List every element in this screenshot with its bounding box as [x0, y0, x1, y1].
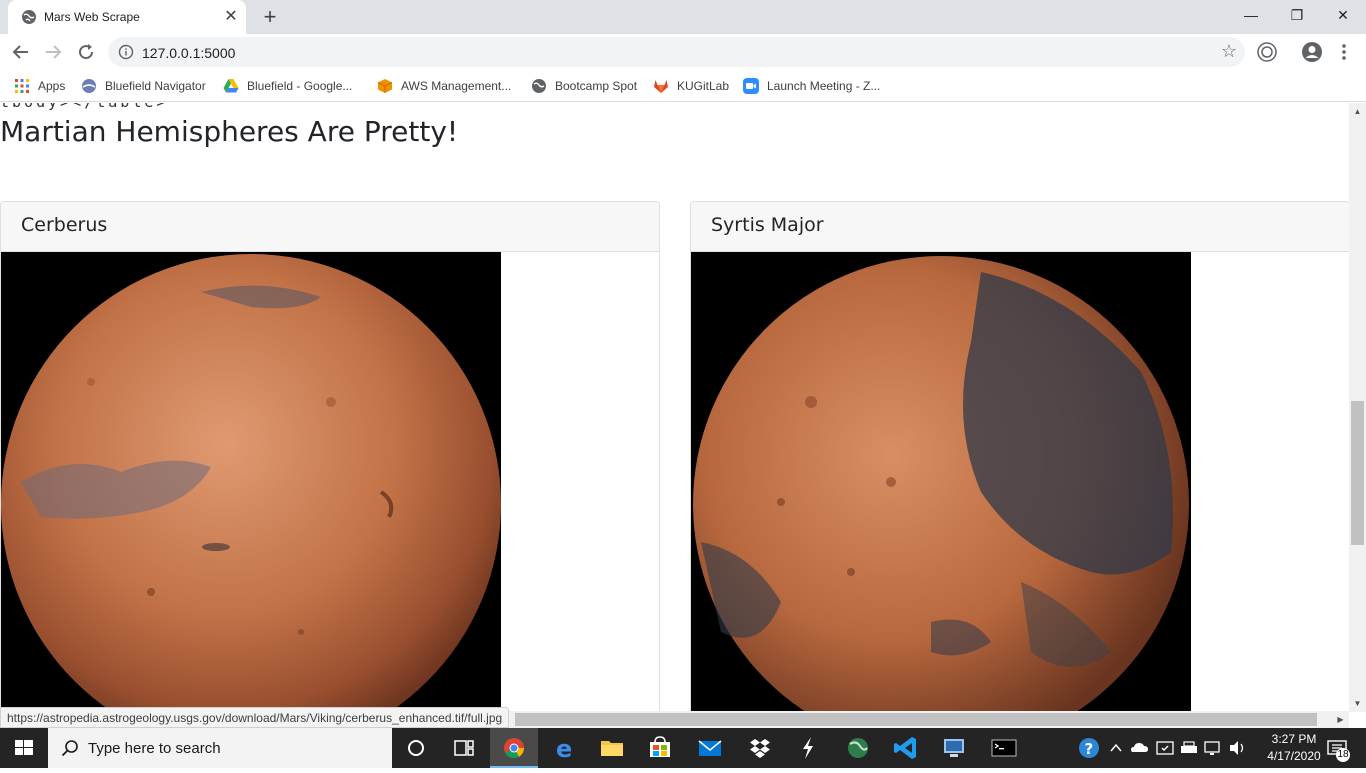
bookmark-kugitlab[interactable]: KUGitLab	[653, 76, 729, 96]
close-window-button[interactable]: ✕	[1320, 0, 1366, 30]
notification-center-button[interactable]: 18	[1320, 728, 1360, 768]
bookmark-bluefield-navigator[interactable]: Bluefield Navigator	[81, 76, 206, 96]
hemisphere-card-syrtis-major: Syrtis Major	[690, 201, 1349, 712]
file-explorer-icon[interactable]	[588, 728, 636, 768]
bookmark-label: Launch Meeting - Z...	[767, 79, 881, 93]
tab-title: Mars Web Scrape	[44, 10, 140, 24]
windows-taskbar: Type here to search e ? 3:27 PM 4/17/202…	[0, 728, 1366, 768]
svg-text:e: e	[556, 735, 572, 763]
task-view-icon[interactable]	[440, 728, 488, 768]
search-placeholder: Type here to search	[88, 740, 221, 757]
chevron-up-icon[interactable]	[1106, 728, 1126, 768]
address-bar[interactable]: 127.0.0.1:5000 ☆	[108, 37, 1245, 67]
vscode-icon[interactable]	[882, 728, 930, 768]
apps-grid-icon	[15, 79, 29, 93]
windows-start-icon[interactable]	[0, 728, 48, 768]
edge-icon[interactable]: e	[540, 728, 588, 768]
card-title: Syrtis Major	[691, 202, 1349, 252]
status-bar-url: https://astropedia.astrogeology.usgs.gov…	[0, 707, 510, 728]
bookmark-star-icon[interactable]: ☆	[1221, 41, 1237, 62]
microsoft-store-icon[interactable]	[636, 728, 684, 768]
aws-icon	[377, 79, 393, 93]
bookmark-label: Bluefield - Google...	[247, 79, 353, 93]
bookmark-bluefield-google[interactable]: Bluefield - Google...	[223, 76, 352, 96]
svg-text:?: ?	[1085, 740, 1094, 758]
bookmark-aws-management[interactable]: AWS Management...	[377, 76, 511, 96]
bookmark-label: Apps	[38, 79, 66, 93]
scroll-down-arrow-icon[interactable]: ▼	[1349, 695, 1366, 712]
onedrive-cloud-icon[interactable]	[1128, 728, 1152, 768]
horizontal-scroll-thumb[interactable]	[515, 713, 1317, 726]
google-drive-icon	[223, 79, 239, 93]
remote-desktop-icon[interactable]	[930, 728, 978, 768]
taskbar-chrome-app[interactable]	[490, 728, 538, 768]
vertical-scrollbar[interactable]: ▲ ▼	[1349, 103, 1366, 712]
card-title: Cerberus	[1, 202, 659, 252]
restore-button[interactable]: ❐	[1274, 0, 1320, 30]
bluefield-navigator-icon	[82, 79, 96, 93]
tab-mars-web-scrape[interactable]: Mars Web Scrape ✕	[8, 0, 246, 34]
browser-toolbar: 127.0.0.1:5000 ☆	[0, 34, 1366, 70]
cortana-icon[interactable]	[392, 728, 440, 768]
reload-icon[interactable]	[74, 40, 98, 64]
info-icon[interactable]	[118, 44, 134, 60]
scroll-right-arrow-icon[interactable]: ▶	[1332, 711, 1349, 728]
bookmark-bootcamp-spot[interactable]: Bootcamp Spot	[531, 76, 637, 96]
search-icon	[61, 740, 78, 757]
chrome-icon	[504, 738, 525, 759]
globe-icon	[532, 79, 546, 93]
network-icon[interactable]	[1202, 728, 1224, 768]
bookmark-apps[interactable]: Apps	[14, 76, 65, 96]
notification-count: 18	[1337, 749, 1349, 760]
scroll-up-arrow-icon[interactable]: ▲	[1349, 103, 1366, 120]
bookmark-label: KUGitLab	[677, 79, 730, 93]
bookmark-label: Bootcamp Spot	[555, 79, 638, 93]
extension-icon[interactable]	[1256, 41, 1278, 63]
syrtis-major-hemisphere-image[interactable]	[691, 252, 1191, 712]
globe-app-icon[interactable]	[834, 728, 882, 768]
close-tab-icon[interactable]: ✕	[222, 8, 240, 26]
bookmark-label: AWS Management...	[401, 79, 512, 93]
forward-arrow-icon[interactable]	[41, 40, 65, 64]
page-heading: Martian Hemispheres Are Pretty!	[0, 115, 459, 148]
menu-kebab-icon[interactable]	[1333, 41, 1355, 63]
notification-icon	[1327, 740, 1350, 762]
security-center-icon[interactable]	[1154, 728, 1176, 768]
browser-window: Mars Web Scrape ✕ + — ❐ ✕ 127.0.0.1:5000…	[0, 0, 1366, 728]
taskbar-search-box[interactable]: Type here to search	[48, 728, 392, 768]
terminal-icon[interactable]	[980, 728, 1028, 768]
volume-icon[interactable]	[1226, 728, 1248, 768]
hemisphere-card-cerberus: Cerberus	[0, 201, 660, 712]
bookmark-launch-meeting[interactable]: Launch Meeting - Z...	[743, 76, 880, 96]
dropbox-icon[interactable]	[736, 728, 784, 768]
printer-icon[interactable]	[1178, 728, 1200, 768]
bookmarks-bar: Apps Bluefield Navigator Bluefield - Goo…	[0, 70, 1366, 102]
bookmark-label: Bluefield Navigator	[105, 79, 206, 93]
mail-icon[interactable]	[686, 728, 734, 768]
profile-avatar-icon[interactable]	[1301, 41, 1323, 63]
globe-icon	[22, 10, 36, 24]
leftover-markup-text: tbody></table>	[0, 103, 168, 111]
cerberus-hemisphere-image[interactable]	[1, 252, 501, 712]
vertical-scroll-thumb[interactable]	[1351, 401, 1364, 545]
back-arrow-icon[interactable]	[9, 40, 33, 64]
minimize-button[interactable]: —	[1228, 0, 1274, 30]
zoom-icon	[743, 78, 759, 94]
gitlab-icon	[654, 80, 668, 93]
url-text: 127.0.0.1:5000	[142, 45, 236, 61]
help-icon[interactable]: ?	[1074, 728, 1104, 768]
tab-strip: Mars Web Scrape ✕ + — ❐ ✕	[0, 0, 1366, 34]
page-viewport: tbody></table> Martian Hemispheres Are P…	[0, 103, 1349, 712]
lightning-app-icon[interactable]	[784, 728, 832, 768]
new-tab-button[interactable]: +	[258, 5, 282, 29]
